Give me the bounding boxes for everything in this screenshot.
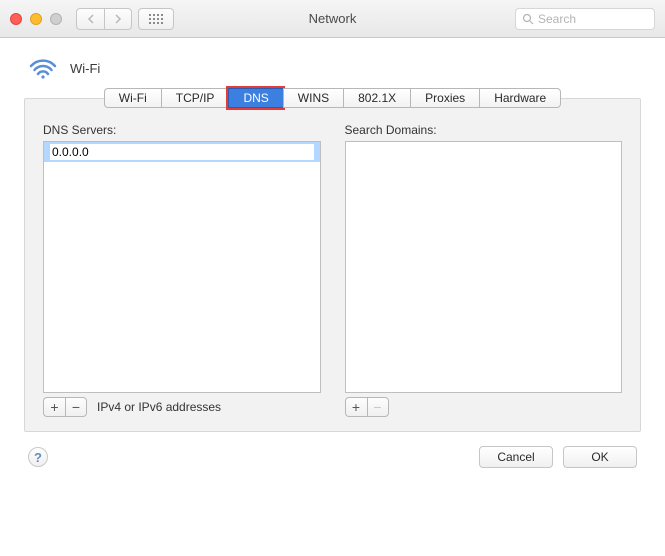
dns-hint: IPv4 or IPv6 addresses [97, 400, 221, 414]
tab-8021x[interactable]: 802.1X [343, 88, 410, 108]
add-dns-button[interactable]: + [43, 397, 65, 417]
cancel-button[interactable]: Cancel [479, 446, 553, 468]
connection-name: Wi-Fi [70, 61, 100, 76]
dns-list-controls: + − IPv4 or IPv6 addresses [43, 397, 321, 417]
tab-tcpip[interactable]: TCP/IP [161, 88, 229, 108]
show-all-button[interactable] [138, 8, 174, 30]
wifi-icon [28, 56, 58, 80]
tabs-row: Wi-Fi TCP/IP DNS WINS 802.1X Proxies Har… [24, 88, 641, 108]
search-domains-list[interactable] [345, 141, 623, 393]
zoom-window-button [50, 13, 62, 25]
ok-button[interactable]: OK [563, 446, 637, 468]
panel: DNS Servers: + − IPv4 or IPv6 addresses … [24, 98, 641, 432]
tab-wins[interactable]: WINS [283, 88, 343, 108]
help-button[interactable]: ? [28, 447, 48, 467]
add-search-domain-button[interactable]: + [345, 397, 367, 417]
titlebar: Network Search [0, 0, 665, 38]
connection-header: Wi-Fi [28, 56, 641, 80]
search-placeholder: Search [538, 12, 576, 26]
chevron-right-icon [114, 14, 122, 24]
search-icon [522, 13, 534, 25]
search-domains-label: Search Domains: [345, 123, 623, 137]
tab-proxies[interactable]: Proxies [410, 88, 479, 108]
search-domains-controls: + − [345, 397, 623, 417]
forward-button[interactable] [104, 8, 132, 30]
search-domains-column: Search Domains: + − [345, 123, 623, 417]
nav-buttons [76, 8, 132, 30]
tab-wifi[interactable]: Wi-Fi [104, 88, 161, 108]
minimize-window-button[interactable] [30, 13, 42, 25]
close-window-button[interactable] [10, 13, 22, 25]
dns-entry-input[interactable] [50, 144, 314, 160]
remove-search-domain-button: − [367, 397, 389, 417]
back-button[interactable] [76, 8, 104, 30]
grid-icon [149, 14, 163, 24]
tab-hardware[interactable]: Hardware [479, 88, 561, 108]
search-input[interactable]: Search [515, 8, 655, 30]
traffic-lights [10, 13, 62, 25]
tab-dns[interactable]: DNS [228, 88, 282, 108]
tabs: Wi-Fi TCP/IP DNS WINS 802.1X Proxies Har… [104, 88, 561, 108]
content: Wi-Fi Wi-Fi TCP/IP DNS WINS 802.1X Proxi… [0, 38, 665, 480]
chevron-left-icon [87, 14, 95, 24]
list-item[interactable] [44, 142, 320, 162]
dns-servers-label: DNS Servers: [43, 123, 321, 137]
window-title: Network [309, 11, 357, 26]
remove-dns-button[interactable]: − [65, 397, 87, 417]
dns-servers-column: DNS Servers: + − IPv4 or IPv6 addresses [43, 123, 321, 417]
footer: ? Cancel OK [24, 446, 641, 468]
dns-servers-list[interactable] [43, 141, 321, 393]
